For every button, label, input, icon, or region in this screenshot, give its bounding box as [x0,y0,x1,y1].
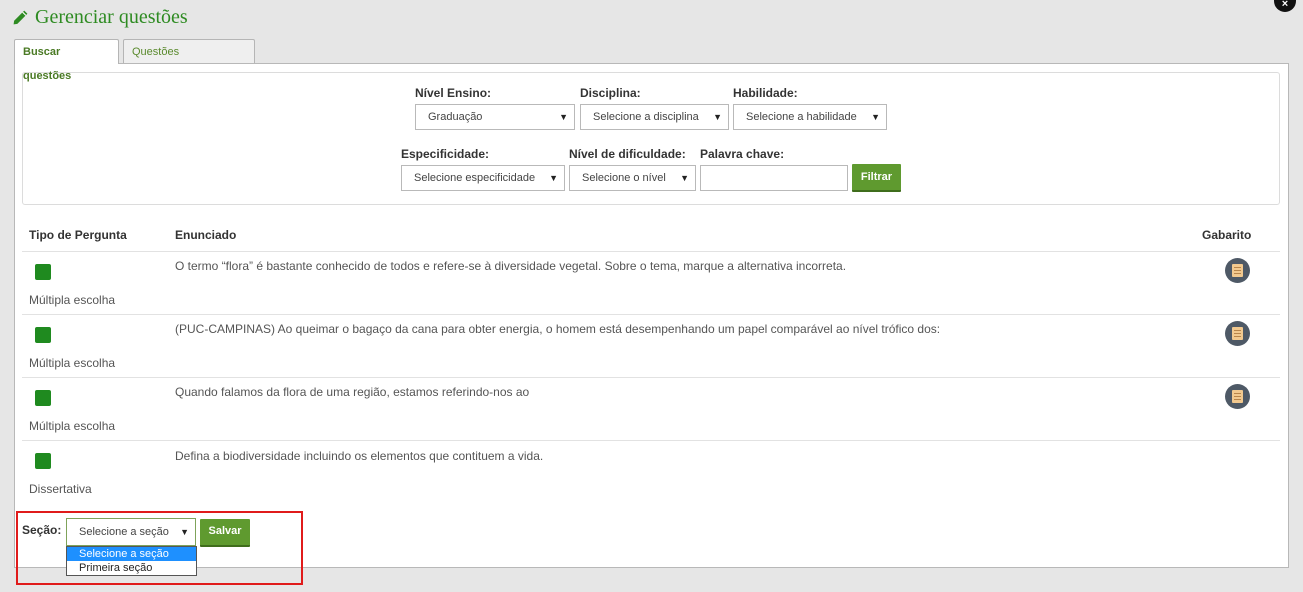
row-checkbox[interactable] [35,390,51,406]
page-title: Gerenciar questões [12,6,188,29]
palavra-chave-label: Palavra chave: [700,147,785,161]
row-enunciado: Quando falamos da flora de uma região, e… [175,385,530,399]
habilidade-label: Habilidade: [733,86,798,100]
disciplina-label: Disciplina: [580,86,641,100]
divider [22,251,1280,252]
document-icon [1232,327,1243,340]
chevron-down-icon: ▼ [559,112,568,122]
nivel-ensino-select[interactable]: Graduação ▼ [415,104,575,130]
nivel-ensino-label: Nível Ensino: [415,86,492,100]
divider [22,314,1280,315]
row-checkbox[interactable] [35,327,51,343]
row-checkbox[interactable] [35,453,51,469]
row-tipo: Múltipla escolha [29,419,116,433]
pencil-icon [13,10,28,25]
dificuldade-label: Nível de dificuldade: [569,147,686,161]
gabarito-button[interactable] [1225,258,1250,283]
chevron-down-icon: ▼ [680,173,689,183]
header-tipo: Tipo de Pergunta [29,228,127,242]
nivel-ensino-value: Graduação [428,111,483,123]
row-checkbox[interactable] [35,264,51,280]
row-enunciado: Defina a biodiversidade incluindo os ele… [175,449,544,463]
filtrar-button[interactable]: Filtrar [852,164,901,192]
chevron-down-icon: ▼ [713,112,722,122]
close-icon: × [1281,0,1289,10]
highlight-annotation [16,511,303,585]
habilidade-value: Selecione a habilidade [746,111,857,123]
header-gabarito: Gabarito [1202,228,1252,242]
disciplina-value: Selecione a disciplina [593,111,699,123]
document-icon [1232,390,1243,403]
row-tipo: Dissertativa [29,482,92,496]
dificuldade-value: Selecione o nível [582,172,666,184]
page-title-text: Gerenciar questões [35,6,188,28]
row-tipo: Múltipla escolha [29,356,116,370]
disciplina-select[interactable]: Selecione a disciplina ▼ [580,104,729,130]
especificidade-label: Especificidade: [401,147,490,161]
chevron-down-icon: ▼ [871,112,880,122]
tab-buscar-questoes[interactable]: Buscar questões [14,39,119,82]
header-enunciado: Enunciado [175,228,237,242]
gabarito-button[interactable] [1225,321,1250,346]
row-enunciado: O termo “flora” é bastante conhecido de … [175,259,847,273]
close-button[interactable]: × [1274,0,1296,12]
habilidade-select[interactable]: Selecione a habilidade ▼ [733,104,887,130]
row-tipo: Múltipla escolha [29,293,116,307]
palavra-chave-input[interactable] [700,165,848,191]
gabarito-button[interactable] [1225,384,1250,409]
divider [22,377,1280,378]
especificidade-value: Selecione especificidade [414,172,536,184]
chevron-down-icon: ▼ [549,173,558,183]
especificidade-select[interactable]: Selecione especificidade ▼ [401,165,565,191]
dificuldade-select[interactable]: Selecione o nível ▼ [569,165,696,191]
document-icon [1232,264,1243,277]
divider [22,440,1280,441]
tab-questoes-selecionadas[interactable]: Questões selecionadas [123,39,255,82]
row-enunciado: (PUC-CAMPINAS) Ao queimar o bagaço da ca… [175,322,941,336]
